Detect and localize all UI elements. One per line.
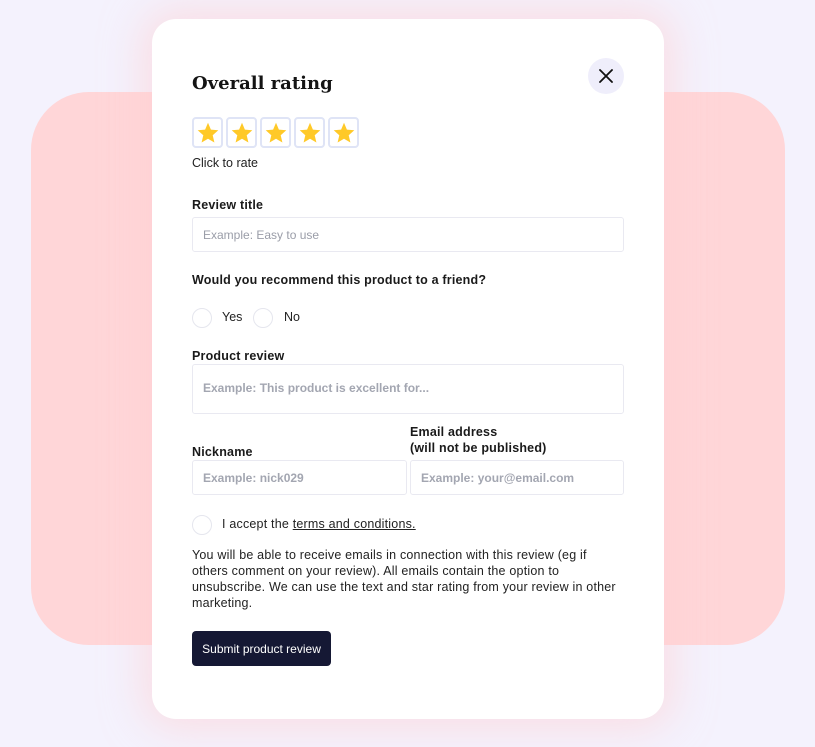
product-review-label: Product review [192, 349, 285, 363]
review-title-input[interactable] [192, 217, 624, 252]
recommend-yes-label: Yes [222, 310, 243, 324]
star-3-button[interactable] [260, 117, 291, 148]
recommend-yes-radio[interactable] [192, 308, 212, 328]
email-input[interactable] [410, 460, 624, 495]
terms-prefix: I accept the [222, 517, 293, 531]
product-review-textarea[interactable] [192, 364, 624, 414]
terms-text: I accept the terms and conditions. [222, 517, 416, 531]
nickname-input[interactable] [192, 460, 407, 495]
star-icon [197, 122, 218, 142]
star-4-button[interactable] [294, 117, 325, 148]
star-1-button[interactable] [192, 117, 223, 148]
recommend-no-radio[interactable] [253, 308, 273, 328]
recommend-question: Would you recommend this product to a fr… [192, 273, 487, 287]
close-icon [599, 69, 613, 83]
close-button[interactable] [588, 58, 624, 94]
star-icon [231, 122, 252, 142]
star-2-button[interactable] [226, 117, 257, 148]
rating-hint: Click to rate [192, 156, 258, 170]
star-icon [333, 122, 354, 142]
star-5-button[interactable] [328, 117, 359, 148]
terms-checkbox[interactable] [192, 515, 212, 535]
star-rating[interactable] [192, 117, 359, 148]
review-title-label: Review title [192, 198, 264, 212]
review-form-modal: Overall rating Click to rate Review titl… [152, 19, 664, 719]
star-icon [265, 122, 286, 142]
email-disclaimer: You will be able to receive emails in co… [192, 548, 616, 610]
submit-review-button[interactable]: Submit product review [192, 631, 331, 666]
nickname-label: Nickname [192, 445, 253, 459]
recommend-no-label: No [284, 310, 300, 324]
terms-link[interactable]: terms and conditions. [293, 517, 416, 531]
form-title: Overall rating [192, 73, 333, 94]
email-label-note: (will not be published) [410, 441, 547, 455]
email-label: Email address [410, 425, 498, 439]
star-icon [299, 122, 320, 142]
